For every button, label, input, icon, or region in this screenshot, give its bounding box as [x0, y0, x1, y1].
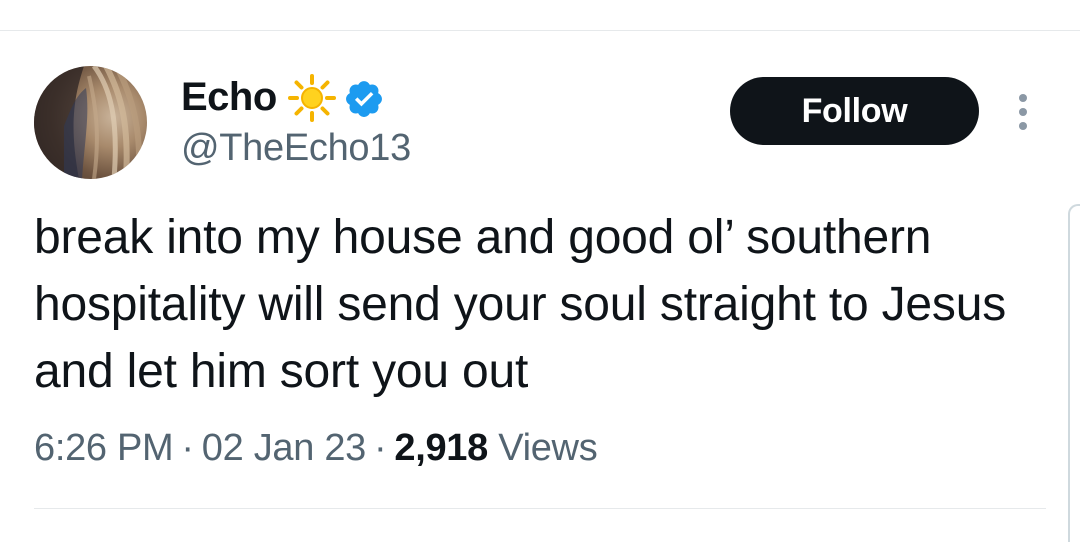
meta-separator: ·: [181, 427, 194, 469]
bottom-divider: [34, 508, 1046, 509]
meta-separator: ·: [374, 427, 387, 469]
more-vertical-icon[interactable]: [1008, 90, 1038, 134]
top-divider: [0, 30, 1080, 31]
avatar-image: [34, 66, 143, 179]
avatar[interactable]: [34, 66, 147, 179]
sun-icon: [288, 74, 336, 122]
tweet-text: break into my house and good ol’ souther…: [34, 211, 1006, 398]
tweet-meta: 6:26 PM · 02 Jan 23 · 2,918 Views: [34, 424, 598, 472]
display-name[interactable]: Echo: [181, 74, 277, 120]
views-count: 2,918: [394, 427, 488, 469]
tweet-date[interactable]: 02 Jan 23: [202, 427, 367, 469]
views-label: Views: [498, 427, 598, 469]
overlay-edge: [1068, 204, 1080, 542]
tweet-time[interactable]: 6:26 PM: [34, 427, 174, 469]
follow-button[interactable]: Follow: [730, 77, 979, 145]
verified-badge-icon[interactable]: [343, 78, 385, 120]
handle[interactable]: @TheEcho13: [181, 126, 411, 170]
